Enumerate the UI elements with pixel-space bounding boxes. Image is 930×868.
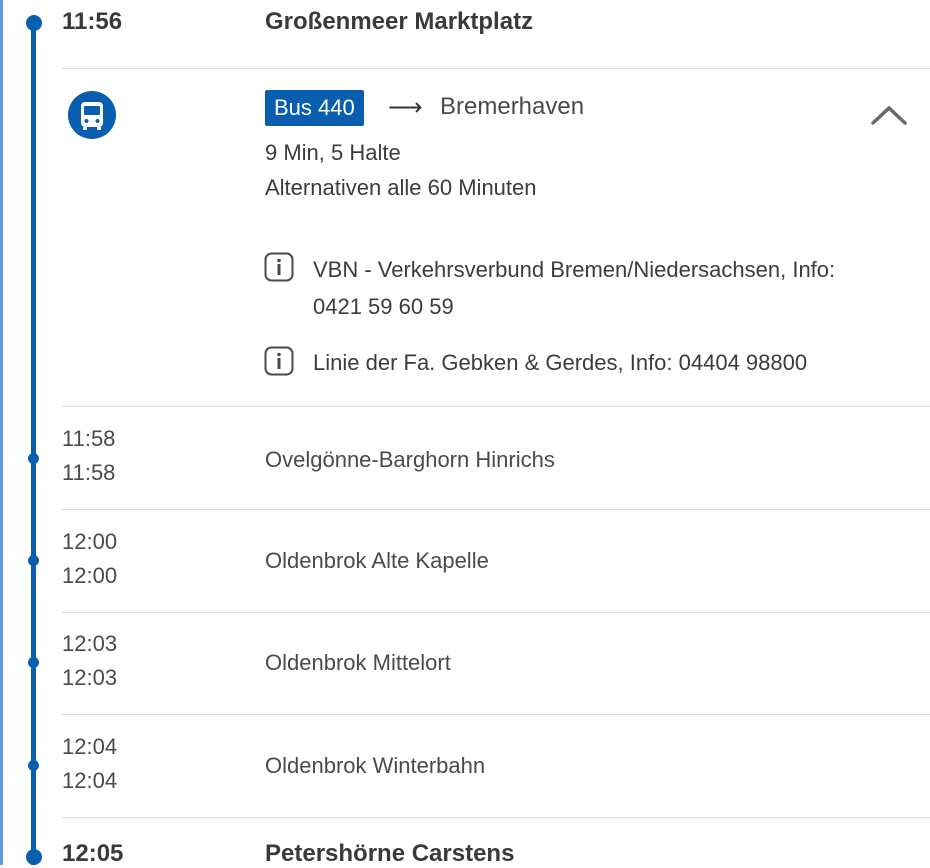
stop-times: 12:03 12:03 <box>62 627 117 695</box>
arrival-time: 12:03 <box>62 631 118 656</box>
journey-timeline: 11:56 Großenmeer Marktplatz Bus 440 ⟶ Br… <box>0 0 930 868</box>
divider <box>62 406 930 407</box>
chevron-up-icon <box>871 106 907 125</box>
timeline-stop-dot <box>25 849 42 865</box>
arrival-time: 12:00 <box>62 529 118 554</box>
info-icon <box>264 252 294 282</box>
line-badge[interactable]: Bus 440 <box>265 90 364 126</box>
departure-time: 12:03 <box>62 665 118 690</box>
direction-label: Bremerhaven <box>440 93 585 120</box>
stop-times: 11:58 11:58 <box>62 422 115 490</box>
arrival-stop[interactable]: Petershörne Carstens <box>265 840 514 868</box>
timeline-stop-dot <box>28 657 39 668</box>
departure-time: 12:00 <box>62 563 118 588</box>
timeline-stop-dot <box>28 555 39 566</box>
arrival-time: 11:58 <box>62 426 116 451</box>
stop-times: 12:04 12:04 <box>62 730 117 798</box>
arrival-time: 12:04 <box>62 734 118 759</box>
timeline-stop-dot <box>25 15 42 31</box>
divider <box>62 68 930 69</box>
info-text-vbn: VBN - Verkehrsverbund Bremen/Niedersachs… <box>313 251 925 325</box>
departure-stop[interactable]: Großenmeer Marktplatz <box>265 8 533 36</box>
divider <box>62 612 930 613</box>
departure-time: 11:58 <box>62 460 116 485</box>
divider <box>62 817 930 818</box>
arrival-time: 12:05 <box>62 840 124 867</box>
timeline-line <box>31 22 36 865</box>
divider <box>62 509 930 510</box>
departure-time: 12:04 <box>62 768 118 793</box>
departure-time: 11:56 <box>62 8 123 35</box>
stop-name[interactable]: Oldenbrok Winterbahn <box>265 753 485 779</box>
info-text-operator: Linie der Fa. Gebken & Gerdes, Info: 044… <box>313 344 925 381</box>
timeline-stop-dot <box>28 760 39 771</box>
timeline-stop-dot <box>28 453 39 464</box>
collapse-button[interactable] <box>866 96 912 136</box>
info-icon <box>264 346 294 376</box>
info-text-line: VBN - Verkehrsverbund Bremen/Niedersachs… <box>313 257 836 282</box>
direction-arrow-icon: ⟶ <box>388 94 423 121</box>
leg-duration: 9 Min, 5 Halte <box>265 140 401 165</box>
stop-name[interactable]: Oldenbrok Alte Kapelle <box>265 548 489 574</box>
stop-times: 12:00 12:00 <box>62 525 117 593</box>
divider <box>62 714 930 715</box>
leg-alternatives: Alternativen alle 60 Minuten <box>265 175 537 200</box>
info-text-line: Linie der Fa. Gebken & Gerdes, Info: 044… <box>313 350 808 375</box>
stop-name[interactable]: Oldenbrok Mittelort <box>265 650 451 676</box>
bus-icon <box>68 91 116 139</box>
stop-name[interactable]: Ovelgönne-Barghorn Hinrichs <box>265 447 555 473</box>
info-text-line: 0421 59 60 59 <box>313 294 454 319</box>
